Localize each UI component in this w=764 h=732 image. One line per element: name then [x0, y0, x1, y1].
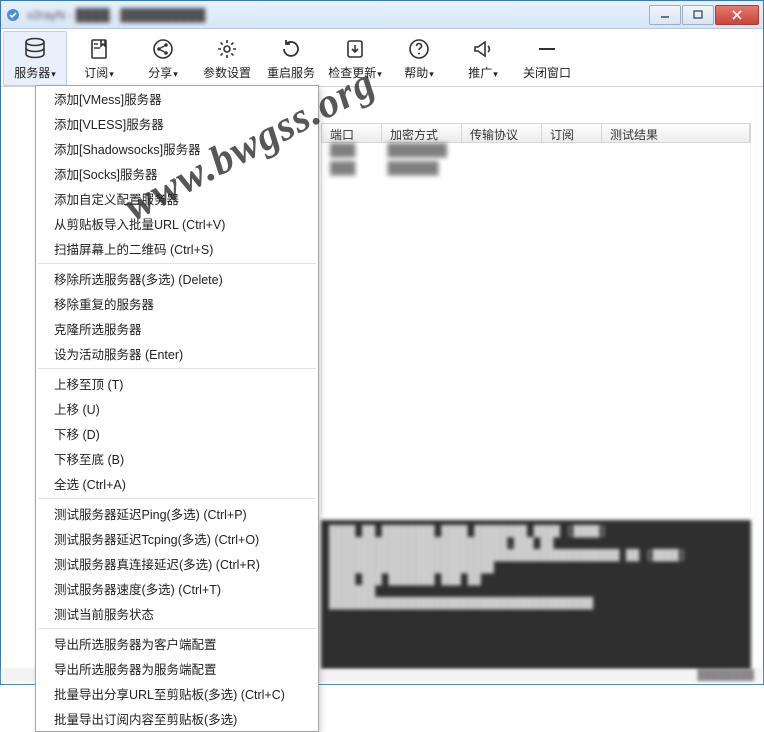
toolbar-label: 分享▾: [148, 64, 178, 81]
menu-item[interactable]: 上移 (U): [36, 396, 318, 421]
menu-item[interactable]: 下移 (D): [36, 421, 318, 446]
toolbar-label: 重启服务: [267, 64, 315, 81]
menu-item[interactable]: 移除所选服务器(多选) (Delete): [36, 266, 318, 291]
menu-item[interactable]: 从剪贴板导入批量URL (Ctrl+V): [36, 211, 318, 236]
toolbar-restart[interactable]: 重启服务: [259, 31, 323, 86]
toolbar-label: 参数设置: [203, 64, 251, 81]
app-window: v2rayN - ████ · ██████████ 服务器▾ 订阅▾ 分享▾ 参数设…: [0, 0, 764, 685]
minimize-button[interactable]: [649, 5, 681, 25]
menu-item[interactable]: 导出所选服务器为服务端配置: [36, 656, 318, 681]
titlebar[interactable]: v2rayN - ████ · ██████████: [1, 1, 763, 29]
toolbar-server[interactable]: 服务器▾: [3, 31, 67, 86]
column-header[interactable]: 测试结果: [602, 124, 750, 142]
toolbar-label: 关闭窗口: [523, 64, 571, 81]
menu-item[interactable]: 添加[Socks]服务器: [36, 161, 318, 186]
toolbar-label: 服务器▾: [14, 64, 56, 81]
window-title: v2rayN - ████ · ██████████: [27, 8, 648, 22]
toolbar-settings[interactable]: 参数设置: [195, 31, 259, 86]
subscribe-icon: [87, 36, 111, 62]
toolbar-label: 帮助▾: [404, 64, 434, 81]
close-button[interactable]: [715, 5, 759, 25]
help-icon: [407, 36, 431, 62]
update-icon: [343, 36, 367, 62]
share-icon: [151, 36, 175, 62]
toolbar-promo[interactable]: 推广▾: [451, 31, 515, 86]
column-header[interactable]: 传输协议: [462, 124, 542, 142]
menu-item[interactable]: 测试服务器延迟Tcping(多选) (Ctrl+O): [36, 526, 318, 551]
menu-item[interactable]: 上移至顶 (T): [36, 371, 318, 396]
restart-icon: [279, 36, 303, 62]
promo-icon: [471, 36, 495, 62]
menu-item[interactable]: 批量导出订阅内容至剪贴板(多选): [36, 706, 318, 731]
toolbar: 服务器▾ 订阅▾ 分享▾ 参数设置重启服务检查更新▾ 帮助▾ 推广▾ 关闭窗口: [1, 29, 763, 87]
menu-item[interactable]: 添加自定义配置服务器: [36, 186, 318, 211]
menu-item[interactable]: 添加[VLESS]服务器: [36, 111, 318, 136]
menu-item[interactable]: 扫描屏幕上的二维码 (Ctrl+S): [36, 236, 318, 261]
server-icon: [21, 36, 49, 62]
menu-item[interactable]: 测试服务器真连接延迟(多选) (Ctrl+R): [36, 551, 318, 576]
toolbar-label: 推广▾: [468, 64, 498, 81]
toolbar-share[interactable]: 分享▾: [131, 31, 195, 86]
toolbar-update[interactable]: 检查更新▾: [323, 31, 387, 86]
menu-item[interactable]: 导出所选服务器为客户端配置: [36, 631, 318, 656]
column-header[interactable]: 端口: [322, 124, 382, 142]
toolbar-close[interactable]: 关闭窗口: [515, 31, 579, 86]
menu-item[interactable]: 移除重复的服务器: [36, 291, 318, 316]
log-console[interactable]: ████ ██ ████████ ████ ████████ ████ [███…: [321, 520, 751, 670]
table-body[interactable]: ███████████████████: [321, 143, 751, 514]
servers-context-menu: 添加[VMess]服务器添加[VLESS]服务器添加[Shadowsocks]服…: [35, 85, 319, 732]
close-icon: [535, 36, 559, 62]
toolbar-help[interactable]: 帮助▾: [387, 31, 451, 86]
menu-item[interactable]: 测试当前服务状态: [36, 601, 318, 626]
toolbar-subscribe[interactable]: 订阅▾: [67, 31, 131, 86]
settings-icon: [215, 36, 239, 62]
menu-item[interactable]: 测试服务器速度(多选) (Ctrl+T): [36, 576, 318, 601]
maximize-button[interactable]: [682, 5, 714, 25]
menu-item[interactable]: 测试服务器延迟Ping(多选) (Ctrl+P): [36, 501, 318, 526]
menu-item[interactable]: 添加[Shadowsocks]服务器: [36, 136, 318, 161]
table-row[interactable]: █████████: [322, 161, 750, 179]
app-icon: [5, 7, 21, 23]
toolbar-label: 检查更新▾: [328, 64, 382, 81]
menu-item[interactable]: 设为活动服务器 (Enter): [36, 341, 318, 366]
menu-item[interactable]: 克隆所选服务器: [36, 316, 318, 341]
menu-item[interactable]: 添加[VMess]服务器: [36, 86, 318, 111]
table-header: 端口加密方式传输协议订阅测试结果: [321, 123, 751, 143]
table-row[interactable]: ██████████: [322, 143, 750, 161]
menu-item[interactable]: 下移至底 (B): [36, 446, 318, 471]
column-header[interactable]: 订阅: [542, 124, 602, 142]
toolbar-label: 订阅▾: [84, 64, 114, 81]
menu-item[interactable]: 全选 (Ctrl+A): [36, 471, 318, 496]
column-header[interactable]: 加密方式: [382, 124, 462, 142]
